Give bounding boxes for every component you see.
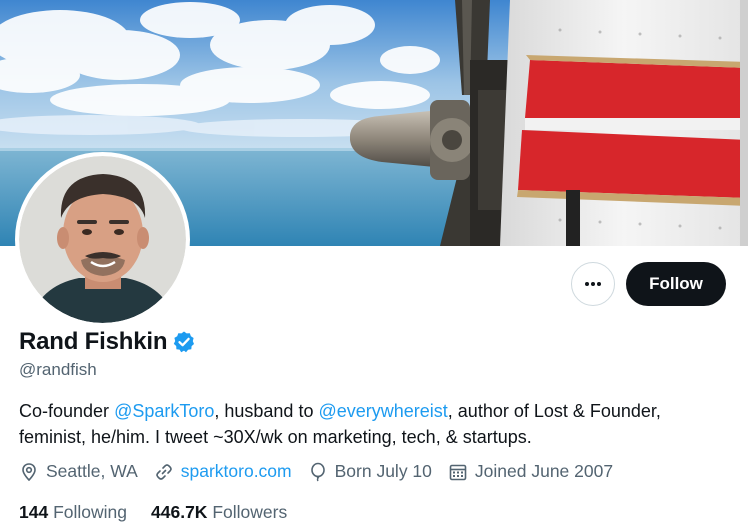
name-row: Rand Fishkin — [19, 328, 196, 356]
location-pin-icon — [22, 462, 36, 481]
website-link[interactable]: sparktoro.com — [181, 461, 292, 482]
bio-mention-sparktoro[interactable]: @SparkToro — [114, 401, 214, 421]
verified-badge-icon[interactable] — [172, 330, 196, 354]
avatar[interactable] — [15, 152, 190, 327]
followers-link[interactable]: 446.7K Followers — [151, 502, 287, 523]
birthday-text: Born July 10 — [334, 461, 432, 481]
profile-meta: Seattle, WA sparktoro.com Born July 10 J… — [19, 461, 629, 482]
follow-counts: 144 Following 446.7K Followers — [19, 502, 311, 523]
profile-bio: Co-founder @SparkToro, husband to @every… — [19, 398, 729, 450]
joined-text: Joined June 2007 — [474, 461, 614, 481]
bio-text-2: , husband to — [214, 401, 319, 421]
follow-button[interactable]: Follow — [626, 262, 726, 306]
following-label: Following — [53, 502, 128, 522]
following-count: 144 — [19, 502, 49, 522]
bio-mention-everywhereist[interactable]: @everywhereist — [318, 401, 447, 421]
meta-birthday: Born July 10 — [308, 461, 432, 482]
balloon-icon — [310, 462, 325, 481]
display-name: Rand Fishkin — [19, 328, 168, 355]
avatar-image — [19, 156, 186, 323]
user-handle: @randfish — [19, 360, 97, 379]
more-horizontal-icon — [585, 282, 601, 286]
location-text: Seattle, WA — [46, 461, 138, 481]
profile-header: Follow Rand Fishkin @randfish Co-founder… — [0, 0, 748, 530]
bio-text-1: Co-founder — [19, 401, 115, 421]
following-link[interactable]: 144 Following — [19, 502, 127, 523]
link-icon — [155, 463, 172, 480]
meta-location: Seattle, WA — [19, 461, 138, 482]
meta-website[interactable]: sparktoro.com — [154, 461, 292, 482]
followers-count: 446.7K — [151, 502, 208, 522]
more-options-button[interactable] — [571, 262, 615, 306]
calendar-icon — [449, 464, 467, 480]
meta-joined: Joined June 2007 — [448, 461, 613, 482]
followers-label: Followers — [212, 502, 288, 522]
